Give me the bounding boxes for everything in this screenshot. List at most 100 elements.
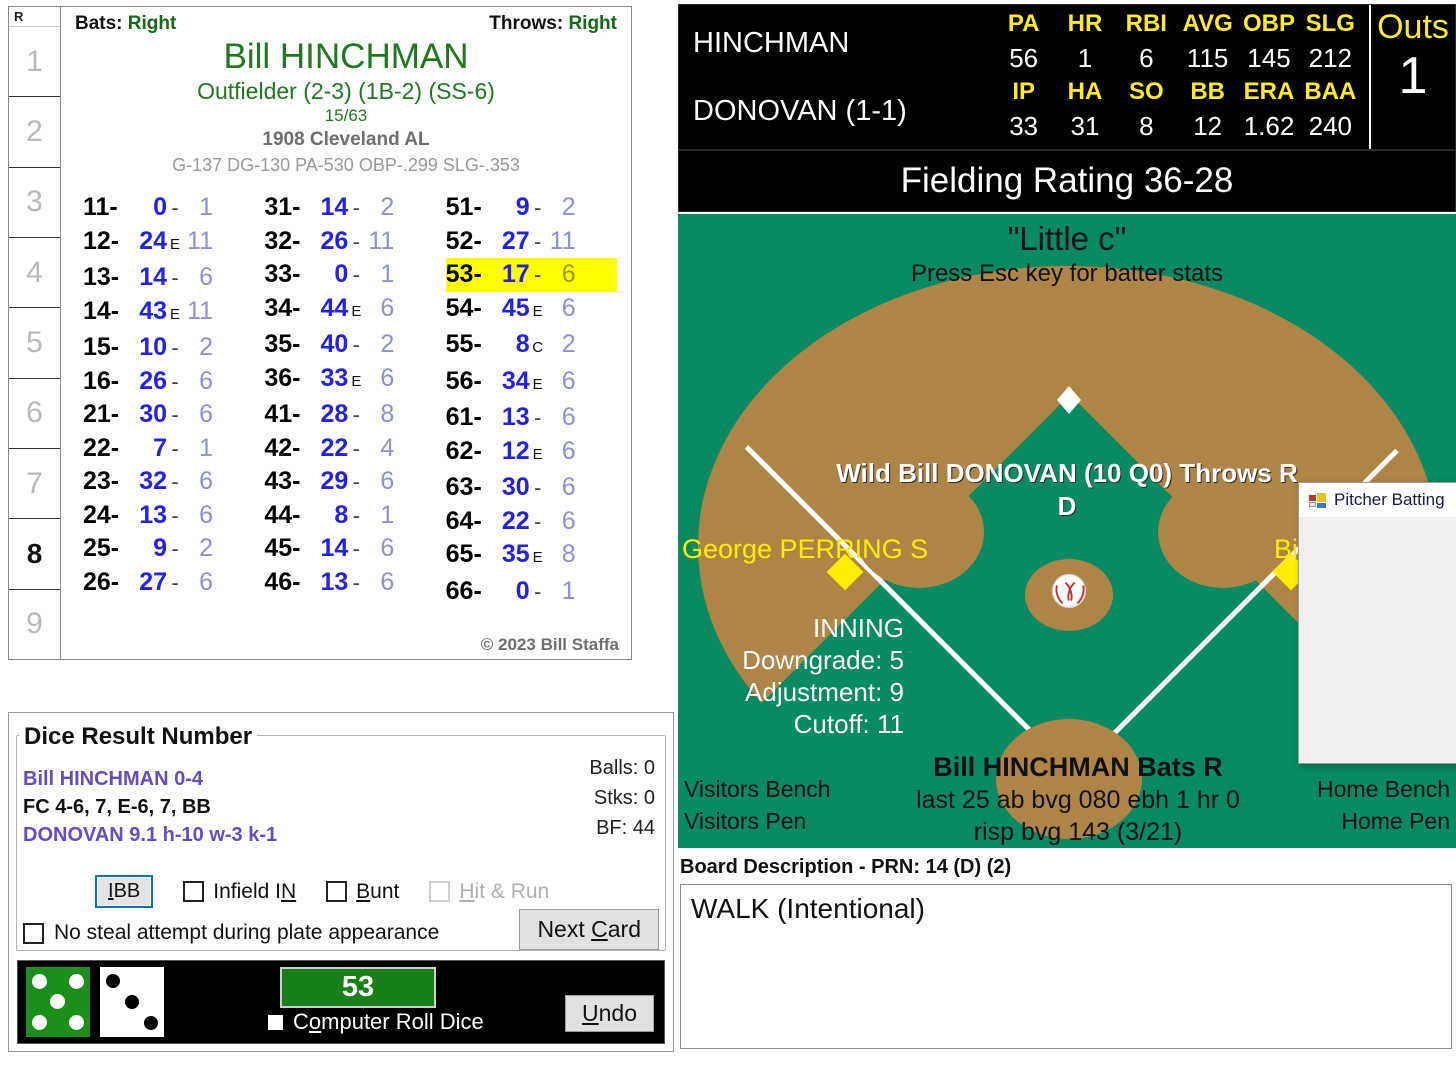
dice-row: 21- 30-6: [83, 398, 254, 432]
scoreboard: HINCHMAN PA HR RBI AVG OBP SLG 56 1 6 115 145 212 DON…: [678, 4, 1456, 150]
dice-row: 41- 28-8: [264, 398, 435, 432]
dice-row: 66- 0-1: [446, 575, 617, 609]
shortstop-label[interactable]: George PERRING S: [682, 534, 928, 565]
dice-row-result: 27: [501, 226, 530, 255]
checkbox-box[interactable]: [326, 881, 348, 902]
dice-row-fielder: 6: [380, 467, 395, 495]
dice-row: 14- 43 E 11: [83, 295, 254, 332]
dice-row-result: 13: [320, 567, 349, 596]
dice-row: 44- 8-1: [264, 499, 435, 533]
checkbox-box[interactable]: [268, 1014, 283, 1030]
batter-label[interactable]: Bill HINCHMAN Bats R: [868, 752, 1288, 783]
inning-cell-8[interactable]: 8: [9, 519, 60, 590]
downgrade-value: Downgrade: 5: [742, 645, 904, 675]
dice-row-result: 13: [139, 500, 167, 529]
dice-row-key: 54-: [445, 293, 482, 322]
dice-row-key: 32-: [264, 226, 301, 255]
home-pen-button[interactable]: Home Pen: [1341, 808, 1450, 835]
green-die[interactable]: [26, 967, 90, 1037]
pitcher-stat-header-BB: BB: [1190, 78, 1225, 105]
scoreboard-pitcher-name: DONOVAN (1-1): [693, 94, 907, 127]
dice-row-key: 52-: [445, 226, 482, 255]
esc-hint: Press Esc key for batter stats: [910, 260, 1224, 287]
dice-row-result: 27: [139, 567, 167, 596]
inning-cell-2[interactable]: 2: [9, 97, 60, 168]
pitcher-stat-value-IP: 33: [1009, 110, 1039, 141]
player-fraction: 15/63: [324, 106, 368, 125]
dice-row-modifier: -: [171, 469, 179, 494]
dice-row: 15- 10-2: [83, 331, 254, 365]
play-options-row: IBB Infield IN Bunt Hit & Run: [95, 875, 549, 908]
window-app-icon: [1309, 492, 1326, 508]
card-body: Bats: Right Throws: Right Bill HINCHMAN …: [61, 7, 631, 659]
dice-row: 64- 22-6: [446, 505, 617, 539]
dice-row-key: 43-: [264, 467, 301, 495]
dice-row-modifier: -: [171, 335, 179, 360]
dice-result-panel: Dice Result Number Bill HINCHMAN 0-4 FC …: [8, 712, 674, 1052]
count-box: Balls: 0 Stks: 0 BF: 44: [589, 753, 655, 843]
dice-row-key: 44-: [264, 500, 301, 529]
inning-cell-3[interactable]: 3: [9, 168, 60, 238]
roll-total-display: 53: [280, 967, 436, 1008]
dialog-titlebar[interactable]: Pitcher Batting: [1299, 483, 1456, 517]
dice-row: 56- 34 E 6: [446, 365, 617, 402]
dice-row: 45- 14-6: [264, 532, 435, 566]
bunt-checkbox[interactable]: Bunt: [326, 880, 399, 904]
dice-row-modifier: -: [352, 228, 360, 254]
dice-row-result: 0: [515, 576, 530, 605]
inning-cell-4[interactable]: 4: [9, 238, 60, 309]
dice-row: 46- 13-6: [264, 566, 435, 600]
checkbox-box[interactable]: [183, 881, 205, 902]
visitors-bench-button[interactable]: Visitors Bench: [684, 776, 831, 803]
pitcher-stat-header-HA: HA: [1067, 78, 1103, 105]
dice-row-result: 17: [501, 260, 530, 288]
dice-row-modifier: -: [171, 502, 179, 528]
white-die[interactable]: [100, 967, 164, 1037]
pitcher-batting-dialog[interactable]: Pitcher Batting: [1298, 482, 1456, 764]
undo-button[interactable]: Undo: [565, 995, 654, 1032]
dice-row-modifier: E: [532, 375, 543, 393]
no-steal-checkbox[interactable]: No steal attempt during plate appearance: [23, 921, 439, 945]
dice-row-result: 35: [501, 540, 530, 568]
batter-last25: last 25 ab bvg 080 ebh 1 hr 0: [916, 786, 1240, 814]
checkbox-box[interactable]: [23, 922, 44, 944]
inning-cell-5[interactable]: 5: [9, 308, 60, 379]
dice-row-key: 61-: [445, 403, 482, 431]
next-card-button[interactable]: Next Card: [519, 909, 659, 950]
ibb-button[interactable]: IBB: [95, 875, 154, 908]
balls-count: Balls: 0: [589, 757, 655, 779]
die-blank: [30, 992, 49, 1013]
stadium-name: "Little c": [1007, 220, 1127, 257]
home-bench-button[interactable]: Home Bench: [1317, 776, 1450, 803]
dice-row-result: 24: [139, 226, 167, 255]
dice-row: 36- 33 E 6: [264, 362, 435, 399]
die-blank: [67, 992, 86, 1013]
dice-row-result: 34: [501, 366, 530, 395]
dice-row-result: 13: [501, 403, 530, 431]
die-blank: [49, 971, 68, 992]
dice-row-result: 26: [320, 226, 349, 255]
dice-row-modifier: -: [352, 332, 360, 357]
infield-in-checkbox[interactable]: Infield IN: [183, 880, 296, 904]
inning-cell-1[interactable]: 1: [9, 27, 60, 98]
dice-row-key: 35-: [264, 330, 301, 358]
dice-row-modifier: E: [532, 302, 543, 320]
computer-roll-label: Computer Roll Dice: [293, 1009, 484, 1034]
inning-cell-6[interactable]: 6: [9, 379, 60, 449]
inning-cell-9[interactable]: 9: [9, 590, 60, 659]
visitors-pen-button[interactable]: Visitors Pen: [684, 808, 806, 835]
dice-row-modifier: -: [171, 195, 179, 220]
dice-row-fielder: 6: [380, 293, 395, 322]
dice-row-key: 25-: [83, 534, 120, 562]
inning-cell-7[interactable]: 7: [9, 449, 60, 520]
dice-row-result: 0: [153, 193, 167, 221]
dice-row-result: 44: [320, 293, 349, 322]
batter-stat-value-OBP: 145: [1247, 42, 1291, 73]
outs-panel: Outs 1: [1369, 5, 1455, 149]
pitcher-stat-header-SO: SO: [1128, 78, 1164, 105]
dice-row-fielder: 1: [199, 193, 213, 221]
dice-row-result: 14: [320, 534, 349, 562]
computer-roll-dice-checkbox[interactable]: Computer Roll Dice: [268, 1009, 484, 1035]
fielding-rating: Fielding Rating 36-28: [678, 150, 1456, 212]
die-pip: [69, 973, 85, 989]
